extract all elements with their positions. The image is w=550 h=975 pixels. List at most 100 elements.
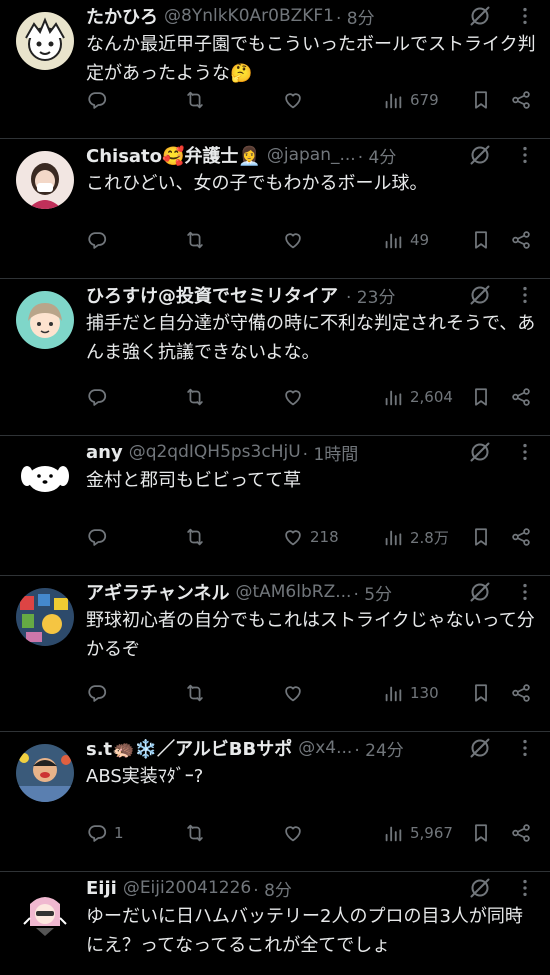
share-button[interactable] [510, 386, 532, 408]
tweet[interactable]: s.t🦔❄️／アルビBBサポ @x4... · 24分 ABS実装ﾏﾀﾞｰ? 1… [0, 732, 550, 872]
grok-icon[interactable] [468, 143, 492, 167]
views-button[interactable]: 2.8万 [382, 526, 449, 548]
like-button[interactable]: 218 [282, 526, 339, 548]
tweet[interactable]: Eiji @Eiji20041226 · 8分 ゆーだいに日ハムバッテリー2人の… [0, 872, 550, 975]
bookmark-button[interactable] [470, 526, 492, 548]
avatar[interactable] [16, 744, 74, 802]
more-options-icon[interactable] [514, 284, 536, 306]
bookmark-icon [470, 822, 492, 844]
author-name[interactable]: たかひろ [86, 3, 158, 29]
retweet-button[interactable] [184, 386, 206, 408]
author-handle[interactable]: @Eiji20041226 [123, 878, 251, 898]
views-count: 679 [410, 91, 439, 109]
share-button[interactable] [510, 822, 532, 844]
more-options-icon[interactable] [514, 877, 536, 899]
views-button[interactable]: 2,604 [382, 386, 453, 408]
avatar[interactable] [16, 448, 74, 506]
bookmark-button[interactable] [470, 89, 492, 111]
timestamp[interactable]: · 1時間 [303, 440, 359, 465]
reply-button[interactable]: 1 [86, 822, 124, 844]
timestamp[interactable]: · 4分 [358, 143, 397, 168]
tweet[interactable]: Chisato🥰弁護士👩‍💼 @japan_... · 4分 これひどい、女の子… [0, 139, 550, 279]
author-handle[interactable]: @x4... [298, 738, 352, 758]
reply-button[interactable] [86, 526, 114, 548]
like-button[interactable] [282, 89, 310, 111]
tweet-text: ABS実装ﾏﾀﾞｰ? [86, 766, 204, 787]
avatar[interactable] [16, 291, 74, 349]
share-icon [510, 229, 532, 251]
share-icon [510, 89, 532, 111]
grok-icon[interactable] [468, 876, 492, 900]
more-options-icon[interactable] [514, 144, 536, 166]
author-handle[interactable]: @8YnlkK0Ar0BZKF1 [164, 6, 334, 26]
timestamp[interactable]: · 5分 [353, 580, 392, 605]
reply-button[interactable] [86, 682, 114, 704]
retweet-button[interactable] [184, 526, 206, 548]
author-handle[interactable]: @japan_... [267, 145, 356, 165]
avatar[interactable] [16, 151, 74, 209]
views-count: 5,967 [410, 824, 453, 842]
like-button[interactable] [282, 682, 310, 704]
grok-icon[interactable] [468, 4, 492, 28]
like-count: 218 [310, 528, 339, 546]
views-button[interactable]: 5,967 [382, 822, 453, 844]
reply-icon [86, 89, 108, 111]
timestamp[interactable]: · 8分 [336, 4, 375, 29]
heart-icon [282, 526, 304, 548]
like-button[interactable] [282, 822, 310, 844]
share-button[interactable] [510, 526, 532, 548]
author-handle[interactable]: @tAM6lbRZ... [235, 582, 351, 602]
share-button[interactable] [510, 229, 532, 251]
tweet[interactable]: any @q2qdIQH5ps3cHjU · 1時間 金村と郡司もビビってて草 … [0, 436, 550, 576]
bookmark-icon [470, 526, 492, 548]
author-name[interactable]: s.t🦔❄️／アルビBBサポ [86, 735, 292, 761]
timestamp[interactable]: · 23分 [346, 283, 395, 308]
tweet[interactable]: たかひろ @8YnlkK0Ar0BZKF1 · 8分 なんか最近甲子園でもこうい… [0, 0, 550, 139]
bookmark-button[interactable] [470, 386, 492, 408]
tweet[interactable]: アギラチャンネル @tAM6lbRZ... · 5分 野球初心者の自分でもこれは… [0, 576, 550, 732]
author-name[interactable]: Chisato🥰弁護士👩‍💼 [86, 142, 261, 168]
avatar[interactable] [16, 588, 74, 646]
reply-button[interactable] [86, 89, 114, 111]
views-button[interactable]: 679 [382, 89, 439, 111]
retweet-icon [184, 229, 206, 251]
timestamp[interactable]: · 24分 [354, 736, 403, 761]
views-button[interactable]: 49 [382, 229, 429, 251]
share-button[interactable] [510, 682, 532, 704]
views-button[interactable]: 130 [382, 682, 439, 704]
reply-icon [86, 822, 108, 844]
reply-icon [86, 386, 108, 408]
author-name[interactable]: ひろすけ@投資でセミリタイア [86, 282, 338, 308]
retweet-icon [184, 682, 206, 704]
avatar[interactable] [16, 12, 74, 70]
bookmark-button[interactable] [470, 229, 492, 251]
like-button[interactable] [282, 229, 310, 251]
retweet-button[interactable] [184, 229, 206, 251]
author-name[interactable]: Eiji [86, 878, 117, 899]
reply-button[interactable] [86, 229, 114, 251]
grok-icon[interactable] [468, 736, 492, 760]
bookmark-button[interactable] [470, 682, 492, 704]
reply-button[interactable] [86, 386, 114, 408]
tweet[interactable]: ひろすけ@投資でセミリタイア · 23分 捕手だと自分達が守備の時に不利な判定さ… [0, 279, 550, 436]
author-name[interactable]: アギラチャンネル [86, 579, 229, 605]
more-options-icon[interactable] [514, 441, 536, 463]
bookmark-button[interactable] [470, 822, 492, 844]
avatar[interactable] [16, 884, 74, 942]
more-options-icon[interactable] [514, 581, 536, 603]
more-options-icon[interactable] [514, 737, 536, 759]
author-handle[interactable]: @q2qdIQH5ps3cHjU [129, 442, 301, 462]
share-button[interactable] [510, 89, 532, 111]
timestamp[interactable]: · 8分 [253, 876, 292, 901]
retweet-button[interactable] [184, 682, 206, 704]
retweet-button[interactable] [184, 822, 206, 844]
grok-icon[interactable] [468, 440, 492, 464]
tweet-text: 捕手だと自分達が守備の時に不利な判定されそうで、あんま強く抗議できないよな。 [86, 313, 536, 363]
grok-icon[interactable] [468, 283, 492, 307]
retweet-button[interactable] [184, 89, 206, 111]
grok-icon[interactable] [468, 580, 492, 604]
views-icon [382, 386, 404, 408]
more-options-icon[interactable] [514, 5, 536, 27]
like-button[interactable] [282, 386, 310, 408]
author-name[interactable]: any [86, 442, 123, 463]
